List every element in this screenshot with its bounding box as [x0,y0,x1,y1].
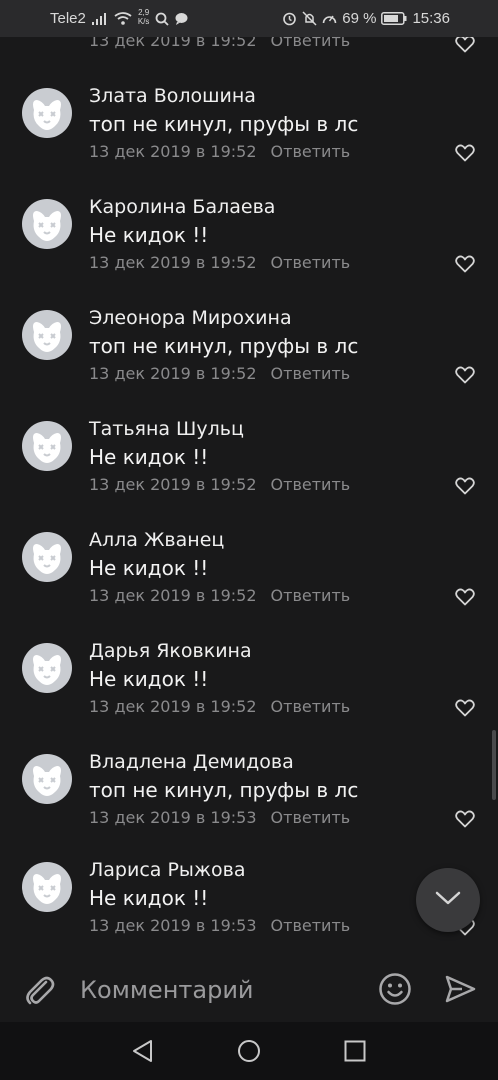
comment-meta: 13 дек 2019 в 19:52 Ответить [89,697,350,716]
chevron-down-icon [435,890,461,910]
avatar[interactable] [22,643,72,693]
comment-meta: 13 дек 2019 в 19:52 Ответить [89,586,350,605]
comment-text: топ не кинул, пруфы в лс [89,112,359,136]
comment-item: Элеонора Мирохина топ не кинул, пруфы в … [0,307,498,420]
comment-meta: 13 дек 2019 в 19:52 Ответить [89,475,350,494]
comment-meta: 13 дек 2019 в 19:52 Ответить [89,37,350,50]
comment-author[interactable]: Злата Волошина [89,85,256,107]
comments-list[interactable]: 13 дек 2019 в 19:52 Ответить Злата Волоши… [0,37,498,957]
comment-input[interactable] [78,969,362,1011]
reply-button[interactable]: Ответить [271,253,351,272]
comment-author[interactable]: Лариса Рыжова [89,859,246,881]
comment-date: 13 дек 2019 в 19:52 [89,37,257,50]
paperclip-icon[interactable] [22,973,56,1011]
comment-date: 13 дек 2019 в 19:52 [89,697,257,716]
smiley-icon[interactable] [378,972,412,1010]
comment-text: Не кидок !! [89,445,209,469]
comment-author[interactable]: Владлена Демидова [89,751,294,773]
circle-home-icon[interactable] [237,1039,261,1067]
net-speed: 2,9 K/s [137,8,150,26]
comment-date: 13 дек 2019 в 19:52 [89,586,257,605]
scrollbar-thumb[interactable] [492,730,496,800]
comment-date: 13 дек 2019 в 19:52 [89,475,257,494]
battery-percent: 69 % [342,10,377,27]
clock: 15:36 [412,10,450,27]
comment-date: 13 дек 2019 в 19:53 [89,808,257,827]
heart-icon[interactable] [455,699,475,717]
alarm-icon [282,11,297,26]
comment-text: топ не кинул, пруфы в лс [89,334,359,358]
heart-icon[interactable] [455,144,475,162]
avatar[interactable] [22,532,72,582]
search-icon [155,12,170,26]
comment-item: Татьяна Шульц Не кидок !! 13 дек 2019 в … [0,418,498,531]
comment-text: Не кидок !! [89,667,209,691]
comment-item: Дарья Яковкина Не кидок !! 13 дек 2019 в… [0,640,498,753]
comment-date: 13 дек 2019 в 19:52 [89,364,257,383]
heart-icon[interactable] [455,588,475,606]
carrier-label: Tele2 [50,10,86,27]
avatar[interactable] [22,310,72,360]
scroll-down-button[interactable] [416,868,480,932]
comment-item: Владлена Демидова топ не кинул, пруфы в … [0,751,498,864]
square-recents-icon[interactable] [343,1039,367,1067]
heart-icon[interactable] [455,366,475,384]
comment-text: Не кидок !! [89,886,209,910]
wifi-icon [114,12,132,25]
comment-date: 13 дек 2019 в 19:52 [89,253,257,272]
comment-text: топ не кинул, пруфы в лс [89,778,359,802]
comment-item: Каролина Балаева Не кидок !! 13 дек 2019… [0,196,498,309]
reply-button[interactable]: Ответить [271,142,351,161]
battery-icon [381,12,407,25]
comment-meta: 13 дек 2019 в 19:52 Ответить [89,142,350,161]
reply-button[interactable]: Ответить [271,37,351,50]
comment-composer [0,957,498,1022]
comment-date: 13 дек 2019 в 19:52 [89,142,257,161]
heart-icon[interactable] [455,255,475,273]
message-icon [175,12,188,25]
comment-item: Алла Жванец Не кидок !! 13 дек 2019 в 19… [0,529,498,642]
reply-button[interactable]: Ответить [271,364,351,383]
heart-icon[interactable] [455,477,475,495]
comment-author[interactable]: Татьяна Шульц [89,418,244,440]
reply-button[interactable]: Ответить [271,916,351,935]
mute-icon [302,11,317,26]
avatar[interactable] [22,421,72,471]
reply-button[interactable]: Ответить [271,697,351,716]
comment-author[interactable]: Дарья Яковкина [89,640,252,662]
comment-meta: 13 дек 2019 в 19:52 Ответить [89,253,350,272]
comment-meta: 13 дек 2019 в 19:53 Ответить [89,808,350,827]
comment-meta: 13 дек 2019 в 19:53 Ответить [89,916,350,935]
avatar[interactable] [22,88,72,138]
comment-text: Не кидок !! [89,223,209,247]
comment-author[interactable]: Элеонора Мирохина [89,307,292,329]
comment-author[interactable]: Алла Жванец [89,529,224,551]
reply-button[interactable]: Ответить [271,808,351,827]
avatar[interactable] [22,754,72,804]
heart-icon[interactable] [455,37,475,53]
avatar[interactable] [22,199,72,249]
heart-icon[interactable] [455,810,475,828]
signal-icon [91,12,108,25]
comment-meta: 13 дек 2019 в 19:52 Ответить [89,364,350,383]
speedometer-icon [322,12,337,25]
comment-author[interactable]: Каролина Балаева [89,196,275,218]
status-bar: Tele2 2,9 K/s 69 % 15:36 [0,0,498,37]
comment-text: Не кидок !! [89,556,209,580]
system-nav-bar [0,1022,498,1080]
comment-item: Злата Волошина топ не кинул, пруфы в лс … [0,85,498,198]
avatar[interactable] [22,862,72,912]
reply-button[interactable]: Ответить [271,586,351,605]
send-icon[interactable] [444,973,476,1009]
comment-date: 13 дек 2019 в 19:53 [89,916,257,935]
reply-button[interactable]: Ответить [271,475,351,494]
triangle-back-icon[interactable] [131,1039,155,1067]
